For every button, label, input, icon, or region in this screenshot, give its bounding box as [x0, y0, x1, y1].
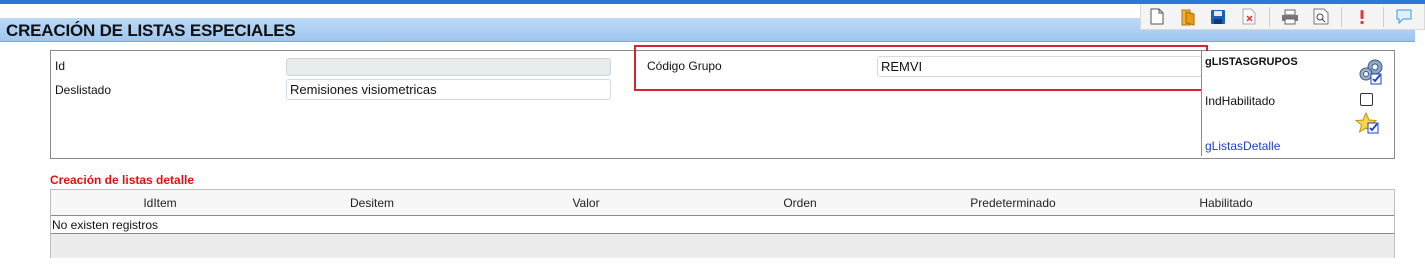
listas-detalle-link[interactable]: gListasDetalle: [1205, 139, 1280, 153]
column-header-desitem[interactable]: Desitem: [350, 196, 394, 210]
column-header-valor[interactable]: Valor: [572, 196, 599, 210]
id-field[interactable]: [286, 58, 611, 76]
detail-grid: IdItem Desitem Valor Orden Predeterminad…: [50, 189, 1395, 258]
ind-habilitado-checkbox[interactable]: [1360, 93, 1373, 106]
column-header-orden[interactable]: Orden: [783, 196, 816, 210]
table-row: No existen registros: [51, 216, 1394, 234]
detail-section-title: Creación de listas detalle: [50, 173, 195, 187]
page-title: CREACIÓN DE LISTAS ESPECIALES: [6, 21, 296, 40]
highlight-box: [634, 45, 1208, 91]
grid-header: IdItem Desitem Valor Orden Predeterminad…: [51, 190, 1394, 216]
toolbar-separator: [1269, 6, 1271, 27]
new-document-icon[interactable]: [1147, 6, 1168, 28]
id-label: Id: [55, 59, 66, 73]
star-check-icon[interactable]: [1354, 111, 1381, 139]
settings-gear-icon[interactable]: [1355, 55, 1387, 90]
column-header-habilitado[interactable]: Habilitado: [1199, 196, 1252, 210]
print-icon[interactable]: [1280, 6, 1301, 28]
toolbar-separator: [1382, 6, 1384, 27]
column-header-predeterminado[interactable]: Predeterminado: [970, 196, 1055, 210]
alert-icon[interactable]: [1352, 6, 1373, 28]
save-icon[interactable]: [1208, 6, 1229, 28]
ind-habilitado-label: IndHabilitado: [1205, 94, 1276, 108]
toolbar: [1140, 4, 1425, 30]
delete-icon[interactable]: [1239, 6, 1260, 28]
open-folder-icon[interactable]: [1178, 6, 1199, 28]
empty-message: No existen registros: [52, 218, 159, 232]
deslistado-field[interactable]: [286, 79, 611, 100]
deslistado-label: Deslistado: [55, 83, 112, 97]
grid-footer: [51, 234, 1394, 258]
comment-icon[interactable]: [1393, 6, 1414, 28]
toolbar-separator: [1341, 6, 1343, 27]
preview-icon[interactable]: [1311, 6, 1332, 28]
side-panel-title: gLISTASGRUPOS: [1205, 56, 1298, 68]
side-panel: gLISTASGRUPOS IndHabilitado gListasDetal…: [1201, 51, 1393, 156]
column-header-iditem[interactable]: IdItem: [143, 196, 176, 210]
